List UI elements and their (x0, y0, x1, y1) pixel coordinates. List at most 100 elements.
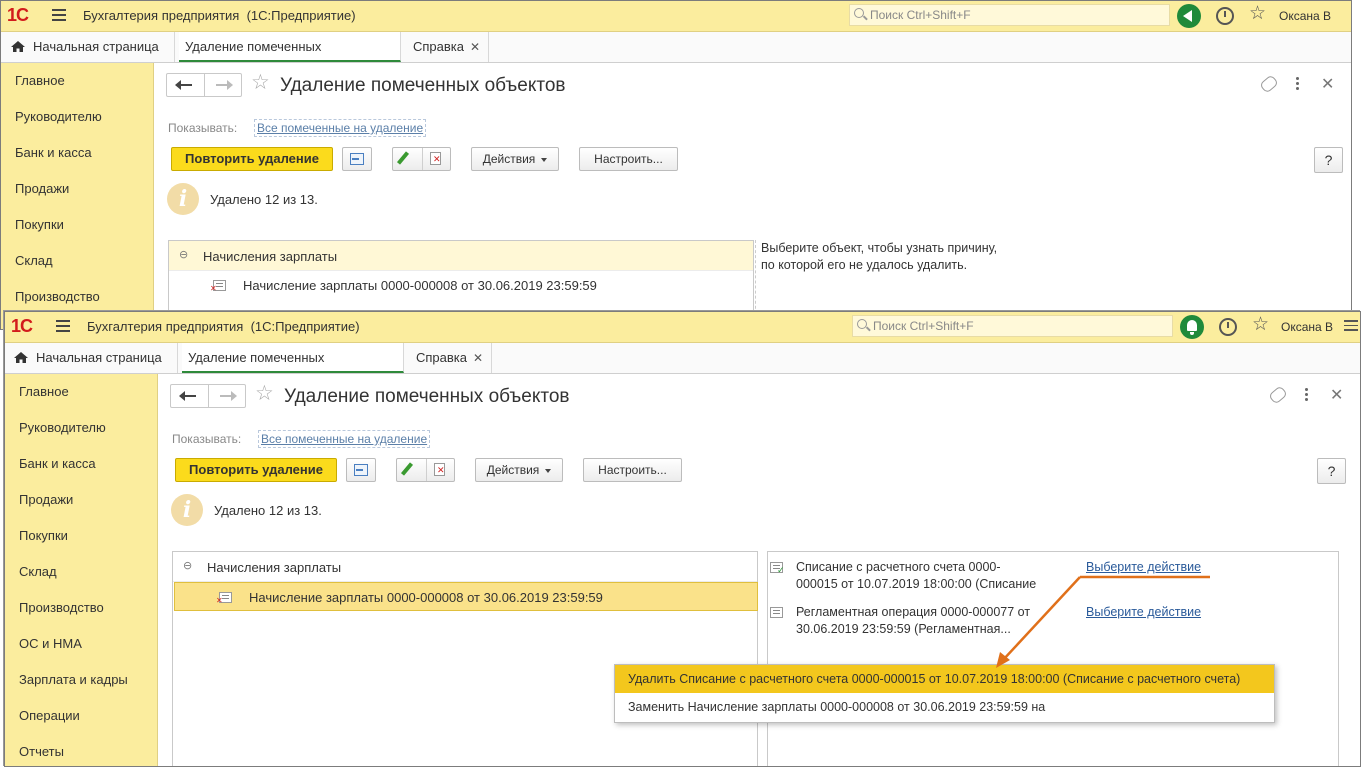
reason-hint: Выберите объект, чтобы узнать причину, п… (761, 241, 998, 272)
link-icon[interactable] (1259, 74, 1279, 94)
nav-buttons (170, 384, 246, 408)
settings-menu-icon[interactable] (1344, 320, 1358, 334)
collapse-icon[interactable]: ⊖ (183, 559, 192, 572)
favorite-star-icon[interactable]: ☆ (255, 383, 274, 405)
retry-delete-button[interactable]: Повторить удаление (175, 458, 337, 482)
history-icon[interactable] (1216, 7, 1234, 25)
app-title: Бухгалтерия предприятия (1С:Предприятие) (87, 319, 360, 334)
tab-bar: Начальная страница Удаление помеченных о… (1, 32, 1351, 84)
tab-home[interactable]: Начальная страница (5, 32, 175, 62)
action-popup-menu: Удалить Списание с расчетного счета 0000… (614, 664, 1275, 723)
list-item[interactable]: Начисление зарплаты 0000-000008 от 30.06… (169, 271, 753, 300)
back-arrow-icon[interactable] (179, 391, 196, 401)
document-marked-icon (210, 280, 226, 293)
favorites-star-icon[interactable]: ☆ (1249, 4, 1266, 24)
output-list-icon (350, 153, 364, 165)
close-icon[interactable]: ✕ (1321, 74, 1334, 94)
search-input[interactable]: Поиск Ctrl+Shift+F (852, 315, 1173, 337)
mark-delete-icon[interactable] (430, 152, 441, 165)
user-name[interactable]: Оксана В (1279, 9, 1331, 23)
sidebar: Главное Руководителю Банк и касса Продаж… (1, 63, 154, 329)
close-tab-icon[interactable]: ✕ (470, 40, 480, 54)
output-button[interactable] (342, 147, 372, 171)
edit-pencil-icon[interactable] (400, 462, 414, 476)
sidebar: Главное Руководителю Банк и касса Продаж… (5, 374, 158, 766)
choose-action-link[interactable]: Выберите действие (1086, 560, 1201, 574)
forward-arrow-icon[interactable] (216, 80, 233, 90)
sidebar-item-purchases[interactable]: Покупки (1, 207, 153, 243)
sidebar-item-warehouse[interactable]: Склад (1, 243, 153, 279)
sidebar-item-warehouse[interactable]: Склад (5, 554, 157, 590)
link-icon[interactable] (1268, 385, 1288, 405)
show-filter-link[interactable]: Все помеченные на удаление (254, 119, 427, 137)
tab-delete-marked[interactable]: Удаление помеченных объектов✕ (182, 343, 404, 395)
sidebar-item-production[interactable]: Производство (1, 279, 153, 315)
actions-menu-button[interactable]: Действия (475, 458, 563, 482)
retry-delete-button[interactable]: Повторить удаление (171, 147, 333, 171)
search-input[interactable]: Поиск Ctrl+Shift+F (849, 4, 1170, 26)
actions-menu-button[interactable]: Действия (471, 147, 559, 171)
sidebar-item-director[interactable]: Руководителю (1, 99, 153, 135)
settings-button[interactable]: Настроить... (579, 147, 678, 171)
show-label: Показывать: (172, 432, 242, 446)
help-button[interactable]: ? (1314, 147, 1343, 173)
mark-delete-icon[interactable] (434, 463, 445, 476)
collapse-icon[interactable]: ⊖ (179, 248, 188, 261)
title-bar: 1С Бухгалтерия предприятия (1С:Предприят… (5, 312, 1360, 343)
favorites-star-icon[interactable]: ☆ (1252, 315, 1269, 335)
background-window: 1С Бухгалтерия предприятия (1С:Предприят… (0, 0, 1352, 330)
title-bar: 1С Бухгалтерия предприятия (1С:Предприят… (1, 1, 1351, 32)
tab-bar: Начальная страница Удаление помеченных о… (5, 343, 1360, 395)
list-item-selected[interactable]: Начисление зарплаты 0000-000008 от 30.06… (174, 582, 758, 611)
choose-action-link[interactable]: Выберите действие (1086, 605, 1201, 619)
blocking-object-item[interactable]: Списание с расчетного счета 0000- 000015… (770, 559, 1041, 593)
sidebar-item-main[interactable]: Главное (5, 374, 157, 410)
output-list-icon (354, 464, 368, 476)
sidebar-item-main[interactable]: Главное (1, 63, 153, 99)
sidebar-item-purchases[interactable]: Покупки (5, 518, 157, 554)
tab-home[interactable]: Начальная страница (8, 343, 178, 373)
show-label: Показывать: (168, 121, 238, 135)
close-tab-icon[interactable]: ✕ (473, 351, 483, 365)
back-circle-icon[interactable] (1177, 4, 1201, 28)
list-group-row[interactable]: ⊖ Начисления зарплаты (173, 552, 757, 582)
favorite-star-icon[interactable]: ☆ (251, 72, 270, 94)
tab-help[interactable]: Справка ✕ (407, 32, 489, 62)
list-group-row[interactable]: ⊖ Начисления зарплаты (169, 241, 753, 271)
back-arrow-icon[interactable] (175, 80, 192, 90)
sidebar-item-salary[interactable]: Зарплата и кадры (5, 662, 157, 698)
output-button[interactable] (346, 458, 376, 482)
show-filter-link[interactable]: Все помеченные на удаление (258, 430, 431, 448)
settings-button[interactable]: Настроить... (583, 458, 682, 482)
menu-icon[interactable] (52, 9, 66, 21)
close-icon[interactable]: ✕ (1330, 385, 1343, 405)
sidebar-item-fixed-assets[interactable]: ОС и НМА (5, 626, 157, 662)
chevron-down-icon (541, 157, 548, 162)
tab-help[interactable]: Справка ✕ (410, 343, 492, 373)
more-icon[interactable] (1305, 388, 1308, 403)
sidebar-item-sales[interactable]: Продажи (1, 171, 153, 207)
user-name[interactable]: Оксана В (1281, 320, 1333, 334)
sidebar-item-production[interactable]: Производство (5, 590, 157, 626)
notifications-bell-icon[interactable] (1180, 315, 1204, 339)
help-button[interactable]: ? (1317, 458, 1346, 484)
blocking-object-item[interactable]: Регламентная операция 0000-000077 от 30.… (770, 604, 1041, 638)
menu-icon[interactable] (56, 320, 70, 332)
menu-item-delete[interactable]: Удалить Списание с расчетного счета 0000… (615, 665, 1274, 693)
forward-arrow-icon[interactable] (220, 391, 237, 401)
menu-item-replace[interactable]: Заменить Начисление зарплаты 0000-000008… (615, 693, 1274, 721)
history-icon[interactable] (1219, 318, 1237, 336)
tab-delete-marked[interactable]: Удаление помеченных объектов✕ (179, 32, 401, 84)
document-icon (770, 607, 783, 618)
sidebar-item-sales[interactable]: Продажи (5, 482, 157, 518)
edit-delete-buttons (392, 147, 451, 171)
chevron-down-icon (545, 468, 552, 473)
sidebar-item-operations[interactable]: Операции (5, 698, 157, 734)
edit-pencil-icon[interactable] (396, 151, 410, 165)
edit-delete-buttons (396, 458, 455, 482)
sidebar-item-bank[interactable]: Банк и касса (5, 446, 157, 482)
sidebar-item-reports[interactable]: Отчеты (5, 734, 157, 766)
more-icon[interactable] (1296, 77, 1299, 92)
sidebar-item-director[interactable]: Руководителю (5, 410, 157, 446)
sidebar-item-bank[interactable]: Банк и касса (1, 135, 153, 171)
